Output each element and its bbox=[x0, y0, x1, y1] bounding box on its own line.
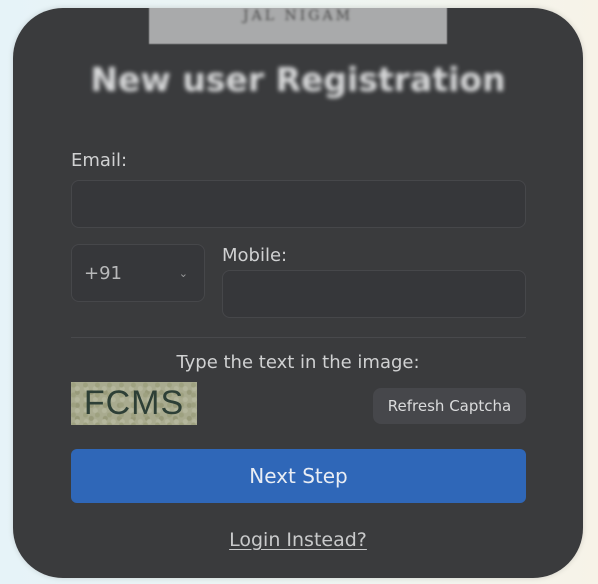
divider bbox=[71, 337, 526, 338]
country-code-select[interactable]: +91 ⌄ bbox=[71, 244, 205, 302]
captcha-label: Type the text in the image: bbox=[176, 352, 420, 373]
mobile-label: Mobile: bbox=[222, 245, 288, 266]
logo: JAL NIGAM bbox=[243, 8, 353, 24]
captcha-image: FCMS bbox=[71, 382, 197, 425]
registration-card: JAL NIGAM New user Registration Email: +… bbox=[13, 8, 583, 578]
chevron-down-icon: ⌄ bbox=[178, 267, 188, 280]
mobile-field[interactable] bbox=[222, 270, 526, 318]
next-step-button[interactable]: Next Step bbox=[71, 449, 526, 503]
country-code-value: +91 bbox=[84, 262, 122, 284]
email-field[interactable] bbox=[71, 180, 526, 228]
logo-banner: JAL NIGAM bbox=[149, 8, 447, 44]
page-title: New user Registration bbox=[90, 60, 506, 99]
email-label: Email: bbox=[71, 150, 128, 171]
captcha-text: FCMS bbox=[83, 384, 185, 422]
refresh-captcha-button[interactable]: Refresh Captcha bbox=[373, 388, 526, 424]
login-instead-link[interactable]: Login Instead? bbox=[13, 529, 583, 551]
